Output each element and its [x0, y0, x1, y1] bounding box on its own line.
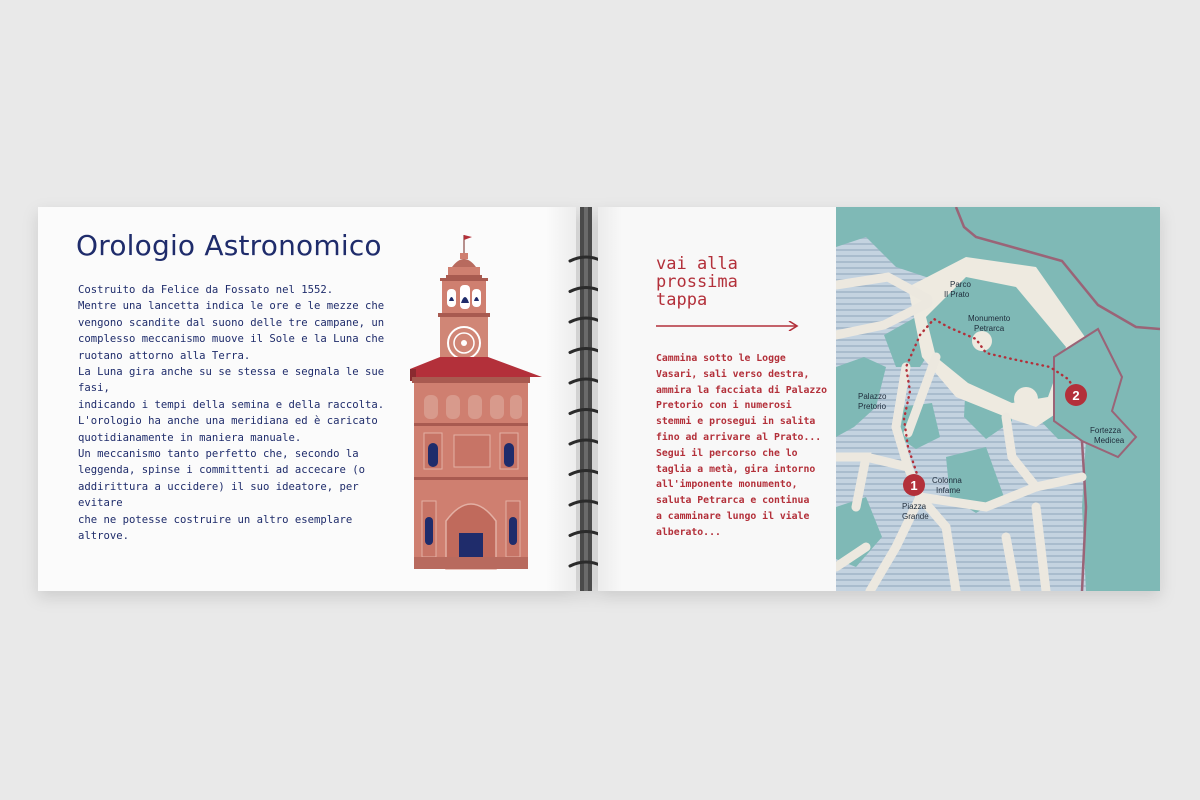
description-line: leggenda, spinse i committenti ad acceca… [78, 464, 366, 477]
heading-line: vai alla [656, 254, 738, 274]
route-line: all'imponente monumento, [656, 479, 798, 491]
label-monumento-2: Petrarca [974, 324, 1005, 333]
description-line: Costruito da Felice da Fossato nel 1552. [78, 284, 334, 296]
page-shadow [598, 207, 622, 591]
label-fortezza-2: Medicea [1094, 436, 1125, 445]
arrow-right-icon [656, 321, 799, 331]
marker-1: 1 [903, 474, 925, 496]
label-palazzo-2: Pretorio [858, 402, 887, 411]
description-line: L'orologio ha anche una meridiana ed è c… [78, 415, 378, 428]
route-line: saluta Petrarca e continua [656, 495, 810, 507]
label-fortezza: Fortezza [1090, 426, 1122, 435]
svg-text:1: 1 [910, 478, 917, 493]
page-title: Orologio Astronomico [76, 229, 382, 262]
description-line: La Luna gira anche su se stessa e segnal… [78, 366, 385, 395]
description-line: che ne potesse costruire un altro esempl… [78, 513, 353, 543]
route-line: ammira la facciata di Palazzo [656, 384, 828, 396]
route-directions: Cammina sotto le Logge Vasari, sali vers… [656, 351, 844, 541]
description-line: indicando i tempi della semina e della r… [78, 398, 385, 411]
label-monumento: Monumento [968, 314, 1011, 323]
clock-tower-illustration [410, 235, 542, 570]
heading-line: tappa [656, 290, 708, 310]
route-line: a camminare lungo il viale [656, 510, 810, 522]
label-palazzo: Palazzo [858, 392, 887, 401]
marker-2: 2 [1065, 384, 1087, 406]
left-page: Orologio Astronomico Costruito da Felice… [38, 207, 576, 591]
label-parco: Parco [950, 280, 971, 289]
description-line: vengono scandite dal suono delle tre cam… [78, 316, 385, 329]
description-line: Un meccanismo tanto perfetto che, second… [78, 448, 359, 461]
description-line: ruotano attorno alla Terra. [78, 349, 251, 362]
label-colonna: Colonna [932, 476, 962, 485]
heading-line: prossima [656, 272, 738, 292]
description-line: addirittura a uccidere) il suo ideatore,… [78, 480, 359, 510]
description-text: Costruito da Felice da Fossato nel 1552.… [78, 282, 408, 545]
city-map: 1 2 Parco Il Prato Monumento Petrarca Pa… [836, 207, 1160, 591]
route-line: fino ad arrivare al Prato... [656, 431, 822, 443]
label-colonna-2: Infame [936, 486, 961, 495]
label-parco-2: Il Prato [944, 290, 970, 299]
route-line: taglia a metà, gira intorno [656, 463, 816, 475]
monument-circle [972, 331, 992, 351]
label-piazza-2: Grande [902, 512, 929, 521]
route-line: Segui il percorso che lo [656, 447, 798, 459]
description-line: quotidianamente in maniera manuale. [78, 431, 302, 444]
right-page: vai alla prossima tappa Cammina sotto le… [598, 207, 1160, 591]
route-line: Pretorio con i numerosi [656, 400, 792, 412]
route-line: alberato... [656, 526, 721, 538]
route-line: Vasari, sali verso destra, [656, 368, 810, 380]
description-line: Mentre una lancetta indica le ore e le m… [78, 300, 385, 313]
label-piazza: Piazza [902, 502, 927, 511]
booklet: Orologio Astronomico Costruito da Felice… [38, 207, 1160, 591]
svg-text:2: 2 [1072, 388, 1079, 403]
route-line: Cammina sotto le Logge [656, 353, 786, 364]
next-stop-heading: vai alla prossima tappa [656, 255, 738, 309]
route-line: stemmi e prosegui in salita [656, 416, 816, 428]
description-line: complesso meccanismo muove il Sole e la … [78, 333, 385, 346]
park-roundabout [1014, 387, 1038, 411]
